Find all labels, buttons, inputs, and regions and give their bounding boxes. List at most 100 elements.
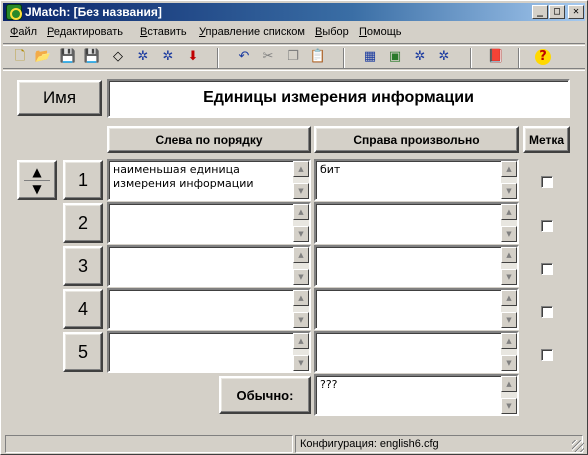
scrollbar[interactable]: ▲ ▼ bbox=[501, 333, 517, 371]
resize-grip-icon[interactable] bbox=[572, 440, 584, 452]
status-panel-left bbox=[5, 435, 293, 453]
right-item-field[interactable]: ▲ ▼ bbox=[314, 202, 519, 244]
scrollbar[interactable]: ▲ ▼ bbox=[501, 161, 517, 199]
cut-icon[interactable]: ✂ bbox=[259, 48, 277, 66]
scroll-up-icon[interactable]: ▲ bbox=[501, 161, 517, 177]
menu-select[interactable]: Выбор bbox=[315, 26, 349, 38]
arrow-up-icon[interactable]: ▲ bbox=[32, 166, 41, 178]
scroll-up-icon[interactable]: ▲ bbox=[501, 247, 517, 263]
left-item-field[interactable]: наименьшая единица измерения информации … bbox=[107, 159, 311, 201]
app-icon[interactable] bbox=[6, 4, 22, 20]
scrollbar[interactable]: ▲ ▼ bbox=[293, 204, 309, 242]
scroll-down-icon[interactable]: ▼ bbox=[293, 183, 309, 199]
left-column-header[interactable]: Слева по порядку bbox=[107, 126, 311, 153]
export-web-6-icon[interactable]: ✲ bbox=[134, 48, 152, 66]
row-number-button[interactable]: 5 bbox=[63, 332, 103, 372]
default-distractor-field[interactable]: ??? ▲ ▼ bbox=[314, 374, 519, 416]
left-item-field[interactable]: ▲ ▼ bbox=[107, 288, 311, 330]
eraser-icon[interactable]: ◇ bbox=[109, 48, 127, 66]
status-bar: Конфигурация: english6.cfg bbox=[3, 435, 585, 453]
left-item-field[interactable]: ▲ ▼ bbox=[107, 245, 311, 287]
name-button[interactable]: Имя bbox=[17, 80, 102, 116]
row-number-button[interactable]: 1 bbox=[63, 160, 103, 200]
mark-column-header[interactable]: Метка bbox=[523, 126, 570, 153]
web-export-alt-icon[interactable]: ✲ bbox=[411, 48, 429, 66]
menu-help[interactable]: Помощь bbox=[359, 26, 402, 38]
picture-icon[interactable]: ▣ bbox=[386, 48, 404, 66]
menu-insert[interactable]: Вставить bbox=[140, 26, 187, 38]
menu-edit[interactable]: Редактировать bbox=[47, 26, 123, 38]
app-window: JMatch: [Без названия] _ □ ✕ Файл Редакт… bbox=[0, 0, 588, 455]
maximize-button[interactable]: □ bbox=[549, 5, 565, 19]
save-icon[interactable]: 💾 bbox=[59, 48, 77, 66]
right-item-field[interactable]: ▲ ▼ bbox=[314, 288, 519, 330]
toolbar: 🗋 📂 💾 💾 ◇ ✲ ✲ ⬇ ↶ ✂ ❐ 📋 ▦ ▣ ✲ ✲ 📕 ? bbox=[3, 43, 585, 71]
scroll-up-icon[interactable]: ▲ bbox=[501, 290, 517, 306]
right-item-field[interactable]: ▲ ▼ bbox=[314, 331, 519, 373]
scrollbar[interactable]: ▲ ▼ bbox=[293, 333, 309, 371]
new-icon[interactable]: 🗋 bbox=[11, 48, 29, 66]
scroll-down-icon[interactable]: ▼ bbox=[293, 312, 309, 328]
help-icon[interactable]: ? bbox=[535, 49, 551, 65]
scrollbar[interactable]: ▲ ▼ bbox=[293, 290, 309, 328]
default-button[interactable]: Обычно: bbox=[219, 376, 311, 414]
scroll-up-icon[interactable]: ▲ bbox=[293, 333, 309, 349]
scrollbar[interactable]: ▲ ▼ bbox=[293, 161, 309, 199]
copy-icon[interactable]: ❐ bbox=[284, 48, 302, 66]
down-arrow-icon[interactable]: ⬇ bbox=[184, 48, 202, 66]
scroll-up-icon[interactable]: ▲ bbox=[293, 204, 309, 220]
move-row-button[interactable]: ▲ ▼ bbox=[17, 160, 57, 200]
title-field[interactable]: Единицы измерения информации bbox=[107, 79, 570, 118]
scrollbar[interactable]: ▲ ▼ bbox=[501, 290, 517, 328]
paste-icon[interactable]: 📋 bbox=[309, 48, 327, 66]
right-item-field[interactable]: ▲ ▼ bbox=[314, 245, 519, 287]
left-item-text: наименьшая единица измерения информации bbox=[113, 163, 254, 190]
menu-file[interactable]: Файл bbox=[10, 26, 37, 38]
undo-icon[interactable]: ↶ bbox=[235, 48, 253, 66]
scrollbar[interactable]: ▲ ▼ bbox=[501, 376, 517, 414]
scrollbar[interactable]: ▲ ▼ bbox=[501, 204, 517, 242]
arrow-down-icon[interactable]: ▼ bbox=[32, 183, 41, 195]
left-item-field[interactable]: ▲ ▼ bbox=[107, 331, 311, 373]
web-tool-icon[interactable]: ✲ bbox=[435, 48, 453, 66]
left-item-field[interactable]: ▲ ▼ bbox=[107, 202, 311, 244]
scroll-up-icon[interactable]: ▲ bbox=[293, 247, 309, 263]
scroll-up-icon[interactable]: ▲ bbox=[501, 376, 517, 392]
export-web-6b-icon[interactable]: ✲ bbox=[159, 48, 177, 66]
row-number-button[interactable]: 4 bbox=[63, 289, 103, 329]
row-number-button[interactable]: 2 bbox=[63, 203, 103, 243]
minimize-button[interactable]: _ bbox=[532, 5, 548, 19]
menu-list-management[interactable]: Управление списком bbox=[199, 26, 305, 38]
scroll-down-icon[interactable]: ▼ bbox=[293, 355, 309, 371]
mark-checkbox[interactable] bbox=[541, 263, 553, 275]
scroll-up-icon[interactable]: ▲ bbox=[501, 204, 517, 220]
mark-checkbox[interactable] bbox=[541, 220, 553, 232]
scroll-up-icon[interactable]: ▲ bbox=[293, 161, 309, 177]
scroll-down-icon[interactable]: ▼ bbox=[501, 269, 517, 285]
scroll-down-icon[interactable]: ▼ bbox=[501, 226, 517, 242]
scroll-down-icon[interactable]: ▼ bbox=[501, 183, 517, 199]
scroll-down-icon[interactable]: ▼ bbox=[501, 398, 517, 414]
row-number-button[interactable]: 3 bbox=[63, 246, 103, 286]
scroll-up-icon[interactable]: ▲ bbox=[501, 333, 517, 349]
web-export-icon[interactable]: ▦ bbox=[361, 48, 379, 66]
window-title: JMatch: [Без названия] bbox=[25, 5, 162, 19]
scrollbar[interactable]: ▲ ▼ bbox=[293, 247, 309, 285]
scroll-down-icon[interactable]: ▼ bbox=[501, 312, 517, 328]
save-as-icon[interactable]: 💾 bbox=[83, 48, 101, 66]
scroll-down-icon[interactable]: ▼ bbox=[293, 226, 309, 242]
mark-checkbox[interactable] bbox=[541, 349, 553, 361]
scroll-down-icon[interactable]: ▼ bbox=[293, 269, 309, 285]
book-icon[interactable]: 📕 bbox=[487, 48, 505, 66]
right-column-header[interactable]: Справа произвольно bbox=[314, 126, 519, 153]
scrollbar[interactable]: ▲ ▼ bbox=[501, 247, 517, 285]
scroll-up-icon[interactable]: ▲ bbox=[293, 290, 309, 306]
close-button[interactable]: ✕ bbox=[568, 5, 584, 19]
mark-checkbox[interactable] bbox=[541, 306, 553, 318]
scroll-down-icon[interactable]: ▼ bbox=[501, 355, 517, 371]
open-icon[interactable]: 📂 bbox=[34, 48, 52, 66]
status-config: Конфигурация: english6.cfg bbox=[295, 435, 583, 453]
mark-checkbox[interactable] bbox=[541, 176, 553, 188]
title-bar[interactable]: JMatch: [Без названия] _ □ ✕ bbox=[3, 3, 585, 21]
right-item-field[interactable]: бит ▲ ▼ bbox=[314, 159, 519, 201]
